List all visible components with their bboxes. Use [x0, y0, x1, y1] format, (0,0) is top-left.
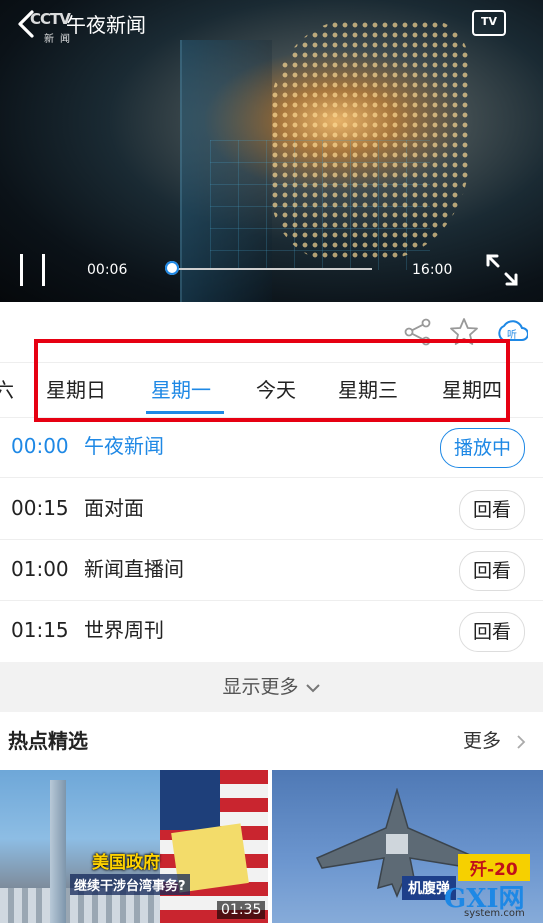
program-name: 午夜新闻 — [84, 434, 164, 458]
progress-track[interactable] — [172, 268, 372, 270]
program-name: 面对面 — [84, 496, 144, 520]
cast-tv-button[interactable]: TV — [472, 10, 506, 36]
program-name: 世界周刊 — [84, 618, 164, 642]
progress-handle[interactable] — [165, 261, 179, 275]
schedule-row[interactable]: 00:00 午夜新闻 播放中 — [0, 416, 543, 478]
total-time: 16:00 — [412, 262, 453, 278]
section-title: 热点精选 — [8, 729, 88, 753]
schedule-row[interactable]: 01:00 新闻直播间 回看 — [0, 539, 543, 601]
more-link[interactable]: 更多 — [463, 712, 529, 770]
video-player[interactable]: CCTV 新闻 午夜新闻 TV 00:06 16:00 — [0, 0, 543, 302]
hot-section-header: 热点精选 更多 — [0, 712, 543, 770]
playing-button[interactable]: 播放中 — [439, 428, 525, 468]
pause-icon[interactable] — [18, 254, 50, 286]
schedule-row[interactable]: 01:15 世界周刊 回看 — [0, 600, 543, 661]
show-more-label: 显示更多 — [222, 676, 299, 698]
schedule-row[interactable]: 00:15 面对面 回看 — [0, 478, 543, 540]
video-card[interactable]: 美国政府 继续干涉台湾事务? 01:35 — [0, 770, 268, 923]
program-time: 01:00 — [11, 557, 69, 581]
fullscreen-icon[interactable] — [484, 252, 520, 288]
card-caption-main: 美国政府 — [92, 853, 160, 873]
program-time: 00:15 — [11, 496, 69, 520]
video-title: 午夜新闻 — [66, 13, 146, 37]
chevron-right-icon — [517, 734, 526, 749]
tab-saturday[interactable]: 六 — [0, 363, 14, 417]
thumbnail-tower — [50, 780, 66, 923]
video-duration: 01:35 — [217, 901, 266, 919]
watermark-logo: GXI网 system.com — [444, 878, 540, 922]
more-label: 更多 — [462, 730, 501, 752]
video-frame-led-map — [270, 20, 470, 260]
watermark-domain: system.com — [464, 908, 525, 919]
replay-button[interactable]: 回看 — [458, 612, 525, 652]
program-time: 01:15 — [11, 618, 69, 642]
replay-button[interactable]: 回看 — [458, 551, 525, 591]
player-top-bar: CCTV 新闻 午夜新闻 TV — [0, 0, 543, 56]
replay-button[interactable]: 回看 — [458, 490, 525, 530]
chevron-down-icon — [305, 683, 320, 692]
show-more-button[interactable]: 显示更多 — [0, 662, 543, 712]
card-caption-main: 歼-20 — [458, 854, 530, 881]
highlight-box — [34, 339, 510, 422]
program-name: 新闻直播间 — [84, 557, 184, 581]
logo-text: CCTV — [30, 10, 71, 28]
program-time: 00:00 — [11, 434, 69, 458]
current-time: 00:06 — [87, 262, 128, 278]
card-caption-sub: 继续干涉台湾事务? — [70, 874, 190, 895]
